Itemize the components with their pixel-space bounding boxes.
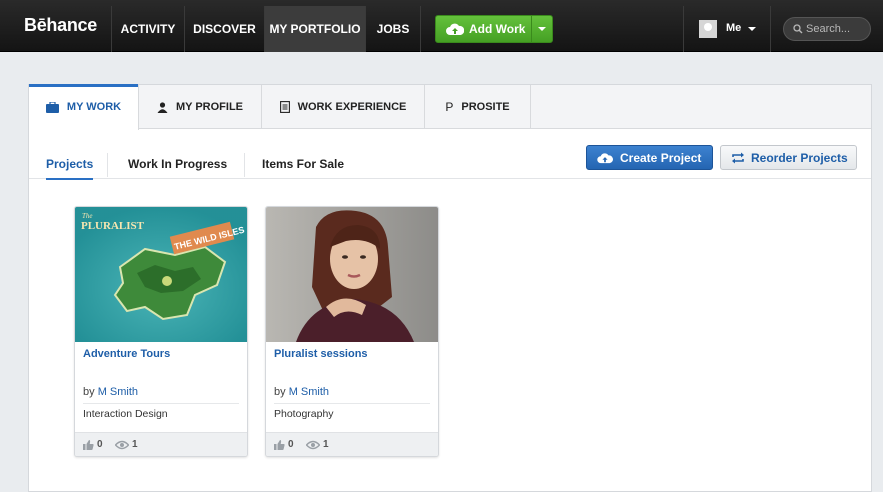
- subtab-projects[interactable]: Projects: [46, 157, 94, 180]
- subtab-items-for-sale[interactable]: Items For Sale: [262, 157, 344, 171]
- tab-label: MY WORK: [66, 101, 122, 113]
- document-icon: [279, 101, 290, 114]
- reorder-projects-label: Reorder Projects: [751, 151, 848, 165]
- add-work-label: Add Work: [469, 22, 526, 36]
- create-project-label: Create Project: [620, 151, 702, 165]
- user-menu[interactable]: Me: [683, 6, 771, 52]
- project-thumbnail[interactable]: THE WILD ISLES The PLURALIST: [75, 207, 247, 342]
- divider: [244, 153, 245, 177]
- appreciation-count: 0: [97, 439, 103, 450]
- project-card-adventure-tours[interactable]: THE WILD ISLES The PLURALIST Adventure T…: [74, 206, 248, 457]
- thumb-text-the: The: [82, 212, 93, 220]
- user-menu-label: Me: [726, 22, 742, 34]
- project-field: Photography: [274, 408, 334, 420]
- owner-link[interactable]: M Smith: [289, 386, 329, 398]
- reorder-arrows-icon: [732, 152, 744, 164]
- project-title[interactable]: Adventure Tours: [83, 348, 170, 360]
- nav-jobs[interactable]: JOBS: [365, 6, 421, 52]
- thumbs-up-icon: [83, 440, 94, 450]
- cloud-upload-icon: [597, 153, 613, 164]
- tab-my-work[interactable]: MY WORK: [29, 84, 139, 130]
- search-icon: [793, 24, 803, 34]
- prosite-p-icon: P: [445, 100, 454, 115]
- split-divider: [531, 16, 532, 42]
- view-count: 1: [323, 439, 329, 450]
- eye-icon: [306, 440, 320, 450]
- project-thumbnail[interactable]: [266, 207, 438, 342]
- cloud-upload-icon: [446, 23, 464, 35]
- thumbs-up-icon: [274, 440, 285, 450]
- tab-work-experience[interactable]: WORK EXPERIENCE: [262, 85, 425, 129]
- tab-my-profile[interactable]: MY PROFILE: [139, 85, 262, 129]
- tab-label: MY PROFILE: [175, 101, 244, 113]
- avatar: [699, 20, 717, 38]
- nav-my-portfolio[interactable]: MY PORTFOLIO: [264, 6, 365, 52]
- project-field: Interaction Design: [83, 408, 168, 420]
- divider: [274, 403, 430, 404]
- tab-label: WORK EXPERIENCE: [297, 101, 407, 113]
- project-stats: 0 1: [266, 432, 438, 456]
- project-card-pluralist-sessions[interactable]: Pluralist sessions by M Smith Photograph…: [265, 206, 439, 457]
- divider: [107, 153, 108, 177]
- appreciation-count: 0: [288, 439, 294, 450]
- search-placeholder: Search...: [806, 23, 851, 35]
- top-navigation-bar: Bēhance ACTIVITY DISCOVER MY PORTFOLIO J…: [0, 0, 883, 52]
- by-label: by: [274, 386, 286, 398]
- project-title[interactable]: Pluralist sessions: [274, 348, 368, 360]
- behance-logo[interactable]: Bēhance: [24, 15, 97, 36]
- project-owner-line: by M Smith: [83, 386, 138, 398]
- project-owner-line: by M Smith: [274, 386, 329, 398]
- reorder-projects-button[interactable]: Reorder Projects: [720, 145, 857, 170]
- chevron-down-icon[interactable]: [538, 27, 546, 31]
- briefcase-icon: [45, 101, 59, 113]
- view-count: 1: [132, 439, 138, 450]
- portfolio-tabs: MY WORK MY PROFILE WORK EXPERIENCE P PROS…: [29, 84, 871, 130]
- eye-icon: [115, 440, 129, 450]
- project-stats: 0 1: [75, 432, 247, 456]
- chevron-down-icon: [748, 27, 756, 31]
- by-label: by: [83, 386, 95, 398]
- divider: [83, 403, 239, 404]
- thumb-text-pluralist: PLURALIST: [81, 220, 145, 232]
- owner-link[interactable]: M Smith: [98, 386, 138, 398]
- subtab-work-in-progress[interactable]: Work In Progress: [128, 157, 227, 171]
- add-work-button[interactable]: Add Work: [435, 15, 553, 43]
- portfolio-panel: MY WORK MY PROFILE WORK EXPERIENCE P PROS…: [28, 84, 872, 492]
- tab-prosite[interactable]: P PROSITE: [425, 85, 531, 129]
- nav-activity[interactable]: ACTIVITY: [111, 6, 184, 52]
- nav-discover[interactable]: DISCOVER: [184, 6, 264, 52]
- tab-label: PROSITE: [461, 101, 510, 113]
- search-input[interactable]: Search...: [783, 17, 871, 41]
- person-icon: [157, 101, 168, 113]
- create-project-button[interactable]: Create Project: [586, 145, 713, 170]
